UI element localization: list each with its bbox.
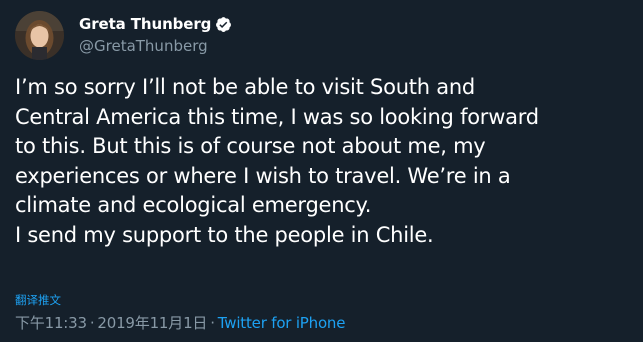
tweet-text-line: I send my support to the people in Chile… [15, 222, 434, 247]
tweet-meta: 下午11:33 · 2019年11月1日 · Twitter for iPhone [15, 312, 345, 333]
tweet-text: I’m so sorry I’ll not be able to visit S… [15, 73, 635, 250]
meta-separator: · [210, 314, 215, 332]
display-name[interactable]: Greta Thunberg [79, 15, 211, 33]
tweet-text-line: experiences or where I wish to travel. W… [15, 163, 511, 188]
handle[interactable]: @GretaThunberg [79, 37, 232, 56]
tweet-text-line: Central America this time, I was so look… [15, 104, 539, 129]
tweet-source-link[interactable]: Twitter for iPhone [218, 314, 346, 332]
tweet-card: Greta Thunberg @GretaThunberg I’m so sor… [0, 0, 643, 342]
verified-badge-icon [215, 16, 232, 33]
tweet-date[interactable]: 2019年11月1日 [97, 314, 207, 332]
tweet-text-line: to this. But this is of course not about… [15, 134, 486, 158]
name-row: Greta Thunberg [79, 14, 232, 34]
tweet-text-line: I’m so sorry I’ll not be able to visit S… [15, 75, 476, 99]
tweet-header: Greta Thunberg @GretaThunberg [15, 10, 232, 60]
author-names: Greta Thunberg @GretaThunberg [79, 14, 232, 56]
profile-photo-icon [15, 10, 64, 60]
tweet-text-line: climate and ecological emergency. [15, 193, 372, 217]
translate-tweet-link[interactable]: 翻译推文 [15, 292, 61, 308]
tweet-time[interactable]: 下午11:33 [15, 314, 87, 332]
meta-separator: · [89, 314, 95, 332]
avatar[interactable] [15, 10, 64, 60]
